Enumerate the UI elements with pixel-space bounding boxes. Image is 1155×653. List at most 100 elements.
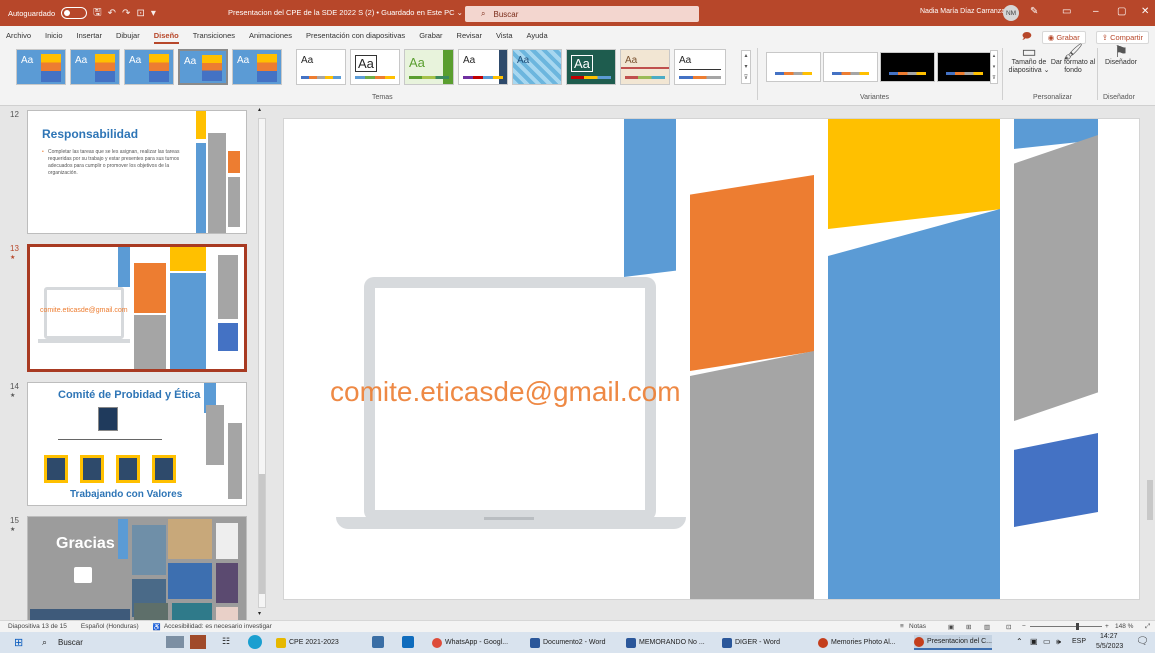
format-background-button[interactable]: 🖌 Dar formato al fondo — [1050, 45, 1096, 75]
theme-plain[interactable]: Aa — [674, 49, 726, 85]
tab-ayuda[interactable]: Ayuda — [527, 31, 548, 40]
clock-time[interactable]: 14:27 — [1100, 633, 1118, 640]
designer-button[interactable]: ⚑ Diseñador — [1100, 45, 1142, 67]
maximize-icon[interactable]: ▢ — [1117, 6, 1126, 17]
slide-counter[interactable]: Diapositiva 13 de 15 — [8, 623, 67, 630]
variants-scroll[interactable]: ▴ ▾ ⊽ — [990, 50, 998, 84]
editor-scroll-thumb[interactable] — [1147, 480, 1153, 520]
email-text[interactable]: comite.eticasde@gmail.com — [330, 377, 690, 407]
input-language[interactable]: ESP — [1072, 638, 1086, 645]
comments-icon[interactable]: 🗩 — [1022, 29, 1032, 45]
task-cpe[interactable]: CPE 2021-2023 — [276, 635, 339, 650]
thumbnail-slide-12[interactable]: Responsabilidad • Completar las tareas qu… — [27, 110, 247, 234]
widgets-icon[interactable]: ☷ — [222, 636, 230, 647]
theme-thumb[interactable]: Aa — [124, 49, 174, 85]
slide-canvas[interactable]: comite.eticasde@gmail.com — [283, 118, 1140, 600]
document-title[interactable]: Presentacion del CPE de la SDE 2022 S (2… — [228, 8, 463, 17]
autosave-toggle[interactable] — [61, 7, 88, 19]
language-status[interactable]: Español (Honduras) — [81, 623, 139, 630]
zoom-level[interactable]: 148 % — [1115, 623, 1133, 630]
editor-scrollbar[interactable] — [1145, 106, 1155, 620]
save-icon[interactable]: 🖫 — [93, 5, 102, 22]
notes-button[interactable]: Notas — [909, 623, 926, 630]
tab-grabar[interactable]: Grabar — [419, 31, 442, 40]
tray-display-icon[interactable]: ▭ — [1043, 637, 1051, 646]
windows-start-icon[interactable]: ⊞ — [14, 636, 23, 649]
zoom-slider-thumb[interactable] — [1076, 623, 1079, 630]
reading-view-icon[interactable]: ▥ — [984, 623, 990, 631]
tab-inicio[interactable]: Inicio — [45, 31, 63, 40]
search-box[interactable]: ⌕ Buscar — [465, 6, 699, 22]
variant-1[interactable] — [766, 52, 821, 82]
thumbnail-scrollbar[interactable]: ▴ ▾ — [257, 106, 267, 620]
zoom-slider[interactable] — [1030, 626, 1102, 627]
notifications-icon[interactable]: 🗨 — [1136, 636, 1149, 647]
app-icon[interactable] — [190, 635, 206, 649]
tab-presentacion[interactable]: Presentación con diapositivas — [306, 31, 405, 40]
scroll-down-icon[interactable]: ▾ — [258, 610, 261, 617]
normal-view-icon[interactable]: ▣ — [948, 623, 954, 631]
accessibility-status[interactable]: Accesibilidad: es necesario investigar — [164, 623, 272, 630]
share-button[interactable]: ⇪ Compartir — [1095, 30, 1149, 44]
theme-office[interactable]: Aa — [296, 49, 346, 85]
volume-icon[interactable]: 🕪 — [1056, 637, 1061, 647]
thumbnail-slide-13[interactable]: comite.eticasde@gmail.com — [27, 244, 247, 372]
theme-integral[interactable]: Aa — [458, 49, 508, 85]
tab-revisar[interactable]: Revisar — [457, 31, 482, 40]
zoom-out-icon[interactable]: − — [1022, 623, 1026, 630]
present-icon[interactable]: ⊡ — [136, 8, 144, 19]
tab-insertar[interactable]: Insertar — [77, 31, 102, 40]
variant-4[interactable] — [937, 52, 992, 82]
tray-chevron-icon[interactable]: ⌃ — [1016, 637, 1023, 646]
edge-icon[interactable] — [248, 635, 262, 649]
ribbon-display-icon[interactable]: ▭ — [1062, 6, 1071, 17]
fit-slide-icon[interactable]: ⤢ — [1145, 623, 1150, 631]
customize-toolbar-icon[interactable]: ▾ — [151, 8, 156, 19]
pen-icon[interactable]: ✎ — [1030, 6, 1038, 17]
variant-3[interactable] — [880, 52, 935, 82]
theme-savon[interactable]: Aa — [620, 49, 670, 85]
theme-ion[interactable]: Aa — [512, 49, 562, 85]
tab-transiciones[interactable]: Transiciones — [193, 31, 235, 40]
user-name[interactable]: Nadia María Díaz Carranza — [920, 8, 1005, 15]
thumbnail-slide-15[interactable]: Gracias — [27, 516, 247, 620]
clock-date[interactable]: 5/5/2023 — [1096, 643, 1123, 650]
task-presentacion[interactable]: Presentacion del C... — [914, 635, 992, 650]
scroll-up-icon[interactable]: ▴ — [258, 106, 261, 113]
zoom-in-icon[interactable]: + — [1105, 623, 1109, 630]
themes-scroll[interactable]: ▴ ▾ ⊽ — [741, 50, 751, 84]
variant-2[interactable] — [823, 52, 878, 82]
store-icon[interactable] — [372, 636, 384, 648]
tab-vista[interactable]: Vista — [496, 31, 513, 40]
record-button[interactable]: ◉ Grabar — [1041, 30, 1086, 44]
theme-facet[interactable]: Aa — [404, 49, 454, 85]
close-icon[interactable]: ✕ — [1141, 6, 1149, 17]
taskbar-search[interactable]: Buscar — [58, 638, 83, 647]
slide-size-button[interactable]: ▭ Tamaño de diapositiva ⌄ — [1007, 45, 1051, 75]
task-whatsapp[interactable]: WhatsApp - Googl... — [432, 635, 508, 650]
task-documento2[interactable]: Documento2 - Word — [530, 635, 606, 650]
outlook-icon[interactable] — [402, 636, 414, 648]
task-diger[interactable]: DIGER - Word — [722, 635, 780, 650]
tab-animaciones[interactable]: Animaciones — [249, 31, 292, 40]
tab-diseno[interactable]: Diseño — [153, 31, 179, 44]
redo-icon[interactable]: ↷ — [122, 8, 130, 19]
task-memories[interactable]: Memories Photo Al... — [818, 635, 896, 650]
sorter-view-icon[interactable]: ⊞ — [966, 623, 971, 631]
tab-archivo[interactable]: Archivo — [6, 31, 31, 40]
undo-icon[interactable]: ↶ — [108, 8, 116, 19]
scroll-thumb[interactable] — [259, 474, 265, 594]
slideshow-view-icon[interactable]: ⊡ — [1006, 623, 1011, 631]
task-memorando[interactable]: MEMORANDO No ... — [626, 635, 705, 650]
theme-thumb-selected[interactable]: Aa — [178, 49, 228, 85]
minimize-icon[interactable]: – — [1093, 6, 1099, 17]
theme-office-2[interactable]: Aa — [350, 49, 400, 85]
theme-ion-board[interactable]: Aa — [566, 49, 616, 85]
tab-dibujar[interactable]: Dibujar — [116, 31, 140, 40]
theme-thumb[interactable]: Aa — [70, 49, 120, 85]
task-view-icon[interactable] — [166, 636, 184, 648]
tray-network-icon[interactable]: ▣ — [1030, 637, 1038, 646]
avatar[interactable]: NM — [1003, 5, 1019, 21]
theme-thumb[interactable]: Aa — [16, 49, 66, 85]
theme-thumb[interactable]: Aa — [232, 49, 282, 85]
